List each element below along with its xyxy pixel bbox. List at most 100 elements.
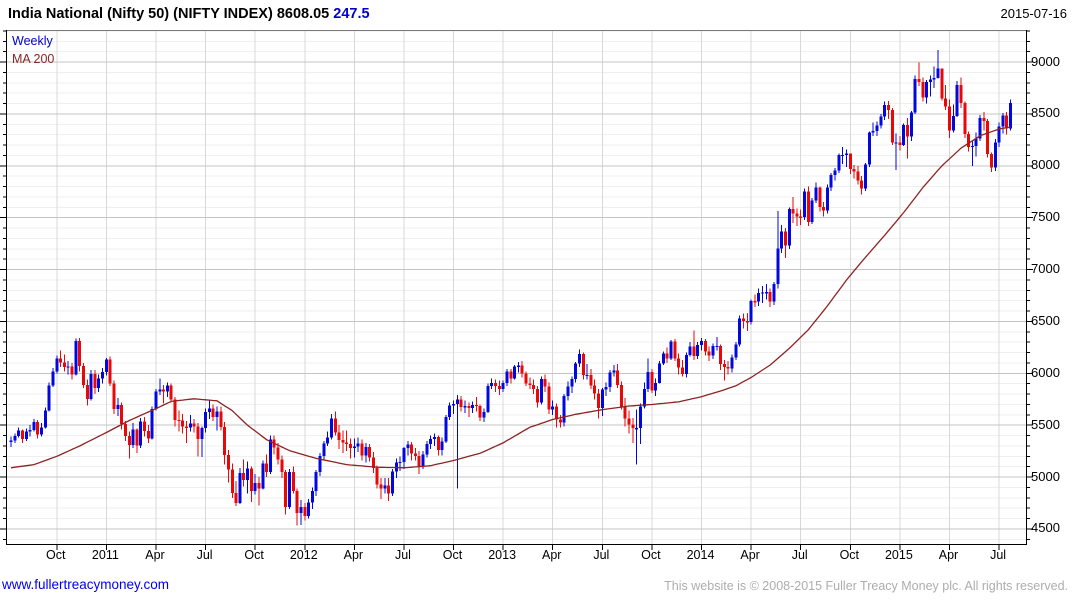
candle-down	[719, 344, 723, 371]
candle-up	[700, 338, 704, 351]
candle-up	[51, 368, 55, 387]
candle-up	[764, 284, 768, 300]
page-title: India National (Nifty 50) (NIFTY INDEX) …	[8, 6, 370, 22]
candle-down	[745, 313, 749, 331]
candle-up	[391, 468, 394, 496]
candle-down	[528, 377, 532, 389]
ma200-line	[10, 126, 1011, 469]
candle-up	[307, 498, 311, 519]
candle-down	[795, 208, 799, 227]
candle-up	[539, 376, 543, 405]
x-axis-label: Jul	[394, 548, 411, 562]
candle-up	[688, 342, 692, 357]
candle-up	[734, 342, 738, 360]
candle-up	[551, 400, 555, 415]
candle-down	[616, 364, 620, 388]
candle-down	[143, 416, 147, 437]
candle-up	[902, 123, 906, 147]
candle-up	[501, 380, 505, 393]
candle-up	[997, 122, 1001, 148]
candle-down	[806, 186, 810, 227]
candle-down	[360, 439, 364, 461]
candle-down	[291, 466, 295, 494]
candle-down	[196, 423, 200, 457]
candle-up	[101, 368, 105, 384]
candle-up	[238, 467, 242, 505]
candle-up	[516, 361, 520, 373]
candle-up	[13, 433, 17, 443]
candlestick-chart-svg	[0, 30, 1033, 550]
chart-legend: Weekly MA 200	[12, 32, 54, 68]
candle-up	[646, 358, 650, 393]
x-axis-label: Apr	[740, 548, 760, 562]
candle-up	[833, 167, 837, 181]
plot-area[interactable]	[0, 30, 1033, 550]
candle-down	[112, 380, 116, 414]
candle-up	[356, 437, 360, 453]
legend-ma200: MA 200	[12, 52, 55, 66]
candle-down	[650, 369, 654, 394]
candle-down	[265, 454, 269, 478]
x-axis-label: 2013	[488, 548, 517, 562]
candle-up	[444, 414, 448, 443]
price-change: 247.5	[333, 6, 370, 22]
candle-up	[810, 198, 814, 224]
candle-down	[181, 413, 185, 434]
x-axis-label: Apr	[541, 548, 562, 562]
candle-up	[909, 110, 913, 141]
candle-up	[829, 173, 833, 191]
candle-down	[20, 429, 24, 443]
candle-up	[513, 365, 517, 380]
candle-down	[230, 463, 234, 498]
candle-up	[116, 398, 120, 416]
candle-up	[932, 66, 936, 89]
candle-up	[875, 121, 879, 136]
y-axis-label: 6000	[1031, 364, 1060, 380]
x-axis-label: Apr	[145, 548, 165, 562]
candle-up	[429, 435, 433, 450]
candle-down	[81, 362, 85, 388]
candle-up	[883, 101, 887, 121]
candle-down	[921, 77, 925, 102]
candle-down	[940, 68, 944, 101]
candle-down	[680, 359, 684, 377]
candle-up	[463, 400, 467, 413]
candle-down	[108, 356, 112, 386]
x-axis-label: Oct	[641, 548, 661, 562]
candles-series	[9, 49, 1013, 526]
y-axis-label: 7000	[1031, 261, 1060, 277]
candle-down	[177, 410, 181, 432]
x-axis-label: 2014	[686, 548, 715, 562]
candle-up	[638, 403, 642, 444]
candle-up	[24, 428, 28, 441]
candle-up	[47, 382, 51, 412]
candle-down	[272, 435, 276, 455]
candle-up	[913, 75, 917, 114]
candle-up	[574, 361, 578, 383]
candle-up	[562, 394, 566, 427]
y-axis-label: 5000	[1031, 468, 1060, 484]
candle-up	[104, 357, 108, 376]
candle-up	[326, 431, 330, 446]
candle-down	[665, 347, 669, 363]
chart-page: India National (Nifty 50) (NIFTY INDEX) …	[0, 0, 1075, 600]
candle-up	[322, 440, 326, 461]
candle-up	[402, 447, 406, 469]
candle-up	[715, 337, 719, 351]
instrument-name: India National (Nifty 50) (NIFTY INDEX)	[8, 6, 273, 22]
candle-down	[234, 481, 238, 507]
candle-up	[188, 414, 192, 432]
candle-down	[349, 438, 353, 459]
candle-up	[879, 113, 883, 129]
footer-link[interactable]: www.fullertreacymoney.com	[2, 577, 169, 592]
y-axis-label: 4500	[1031, 520, 1060, 536]
candle-up	[696, 342, 700, 359]
candle-up	[32, 418, 36, 432]
candle-up	[158, 378, 162, 396]
candle-down	[413, 448, 417, 461]
candle-up	[383, 478, 387, 494]
candle-down	[78, 338, 82, 372]
candle-down	[848, 153, 852, 175]
x-axis-label: 2011	[91, 548, 119, 562]
candle-down	[677, 353, 681, 375]
